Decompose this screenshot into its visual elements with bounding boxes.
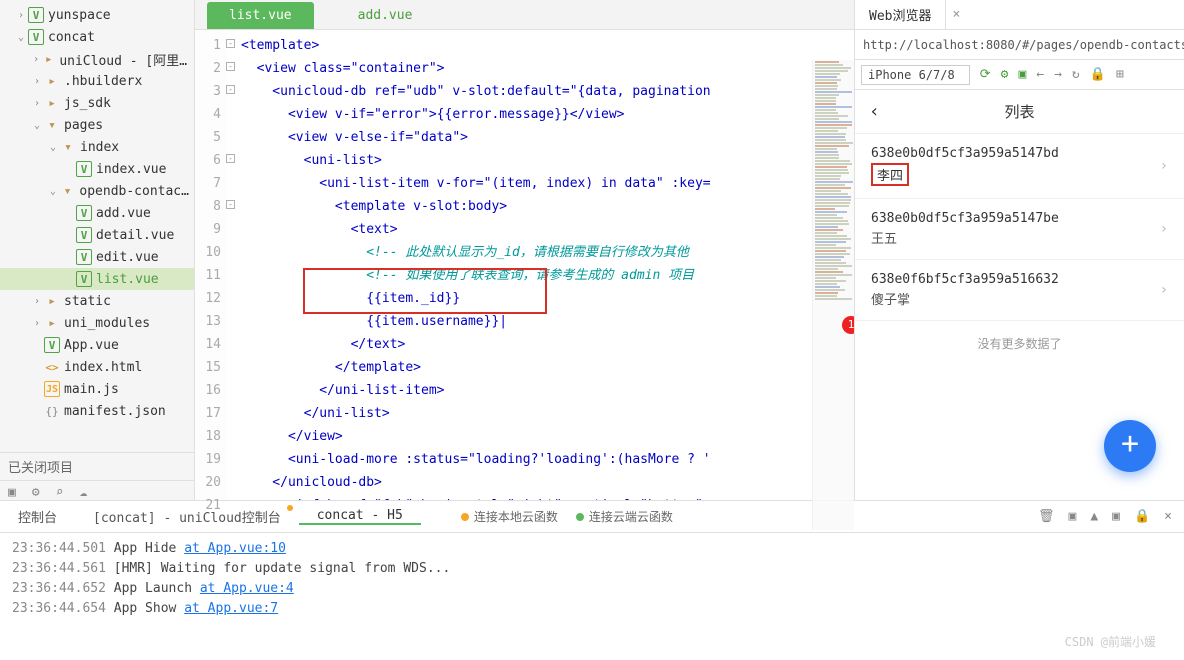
gear-icon[interactable]: ⚙ xyxy=(1001,67,1009,82)
tree-item[interactable]: ›.hbuilderx xyxy=(0,70,194,92)
editor-tabs: list.vue add.vue xyxy=(195,0,854,30)
browser-pane: Web浏览器 × http://localhost:8080/#/pages/o… xyxy=(854,0,1184,500)
watermark: CSDN @前端小媛 xyxy=(1065,633,1156,650)
preview-back-icon[interactable]: ‹ xyxy=(869,101,880,122)
lock-icon[interactable]: 🔒 xyxy=(1134,509,1150,524)
back-icon[interactable]: ← xyxy=(1036,67,1044,82)
reload-icon[interactable]: ↻ xyxy=(1072,67,1080,82)
close-icon[interactable]: × xyxy=(946,7,966,22)
tree-item[interactable]: VApp.vue xyxy=(0,334,194,356)
tree-item[interactable]: {}manifest.json xyxy=(0,400,194,422)
forward-icon[interactable]: → xyxy=(1054,67,1062,82)
screenshot-icon[interactable]: ▣ xyxy=(1018,67,1026,82)
list-item[interactable]: 638e0f6bf5cf3a959a516632傻子掌› xyxy=(855,260,1184,321)
tree-item[interactable]: Vdetail.vue xyxy=(0,224,194,246)
minimap[interactable] xyxy=(812,60,854,530)
url-bar[interactable]: http://localhost:8080/#/pages/opendb-con… xyxy=(855,30,1184,60)
grid-icon[interactable]: ⊞ xyxy=(1116,67,1124,82)
tree-item[interactable]: ›js_sdk xyxy=(0,92,194,114)
file-explorer: ›Vyunspace⌄Vconcat›uniCloud - [阿里云:spa›.… xyxy=(0,0,195,500)
tree-item[interactable]: ⌄opendb-contacts xyxy=(0,180,194,202)
list-item[interactable]: 638e0b0df5cf3a959a5147bd李四› xyxy=(855,134,1184,199)
editor-pane: list.vue add.vue 1-2-3-456-78-9101112131… xyxy=(195,0,854,500)
browser-tab[interactable]: Web浏览器 xyxy=(855,0,946,29)
console-tab-unicloud[interactable]: [concat] - uniCloud控制台 xyxy=(75,507,299,526)
list-item[interactable]: 638e0b0df5cf3a959a5147be王五› xyxy=(855,199,1184,260)
search-icon[interactable]: ⌕ xyxy=(56,485,64,500)
preview-title: 列表 xyxy=(1004,101,1034,122)
chevron-right-icon: › xyxy=(1160,221,1168,237)
chevron-right-icon: › xyxy=(1160,282,1168,298)
no-more-text: 没有更多数据了 xyxy=(855,321,1184,366)
console-tab-main[interactable]: 控制台 xyxy=(0,507,75,526)
tree-item[interactable]: Vedit.vue xyxy=(0,246,194,268)
console-tab-h5[interactable]: concat - H5 xyxy=(299,508,421,525)
tree-item[interactable]: Vlist.vue xyxy=(0,268,194,290)
cloud-icon[interactable]: ☁ xyxy=(79,485,87,500)
source-link[interactable]: at App.vue:7 xyxy=(184,601,278,616)
tree-item[interactable]: Vadd.vue xyxy=(0,202,194,224)
tree-item[interactable]: ⌄pages xyxy=(0,114,194,136)
refresh-icon[interactable]: ⟳ xyxy=(980,67,991,82)
closed-projects-label[interactable]: 已关闭项目 xyxy=(0,453,194,481)
source-link[interactable]: at App.vue:4 xyxy=(200,581,294,596)
tree-item[interactable]: Vindex.vue xyxy=(0,158,194,180)
source-link[interactable]: at App.vue:10 xyxy=(184,541,286,556)
settings-icon[interactable]: ⚙ xyxy=(32,485,40,500)
code-editor[interactable]: <template> <view class="container"> <uni… xyxy=(227,30,854,500)
terminal-icon[interactable]: ▣ xyxy=(8,485,16,500)
tree-item[interactable]: <>index.html xyxy=(0,356,194,378)
tree-item[interactable]: ›uniCloud - [阿里云:spa xyxy=(0,48,194,70)
device-select[interactable]: iPhone 6/7/8 xyxy=(861,65,970,85)
down-icon[interactable]: ▣ xyxy=(1112,509,1120,524)
tree-item[interactable]: ›Vyunspace xyxy=(0,4,194,26)
tree-item[interactable]: ⌄Vconcat xyxy=(0,26,194,48)
lock-icon[interactable]: 🔒 xyxy=(1090,67,1106,82)
tab-add-vue[interactable]: add.vue xyxy=(336,2,435,29)
stop-icon[interactable]: ▣ xyxy=(1069,509,1077,524)
clear-icon[interactable]: 🗑 xyxy=(1038,509,1055,524)
chevron-right-icon: › xyxy=(1160,158,1168,174)
tab-list-vue[interactable]: list.vue xyxy=(207,2,314,29)
tree-item[interactable]: ›uni_modules xyxy=(0,312,194,334)
console-panel: 控制台 [concat] - uniCloud控制台 concat - H5 连… xyxy=(0,500,1184,660)
tree-item[interactable]: ›static xyxy=(0,290,194,312)
close-icon[interactable]: × xyxy=(1164,509,1172,524)
fab-add-button[interactable]: + xyxy=(1104,420,1156,472)
tree-item[interactable]: JSmain.js xyxy=(0,378,194,400)
tree-item[interactable]: ⌄index xyxy=(0,136,194,158)
up-icon[interactable]: ▲ xyxy=(1090,509,1098,524)
